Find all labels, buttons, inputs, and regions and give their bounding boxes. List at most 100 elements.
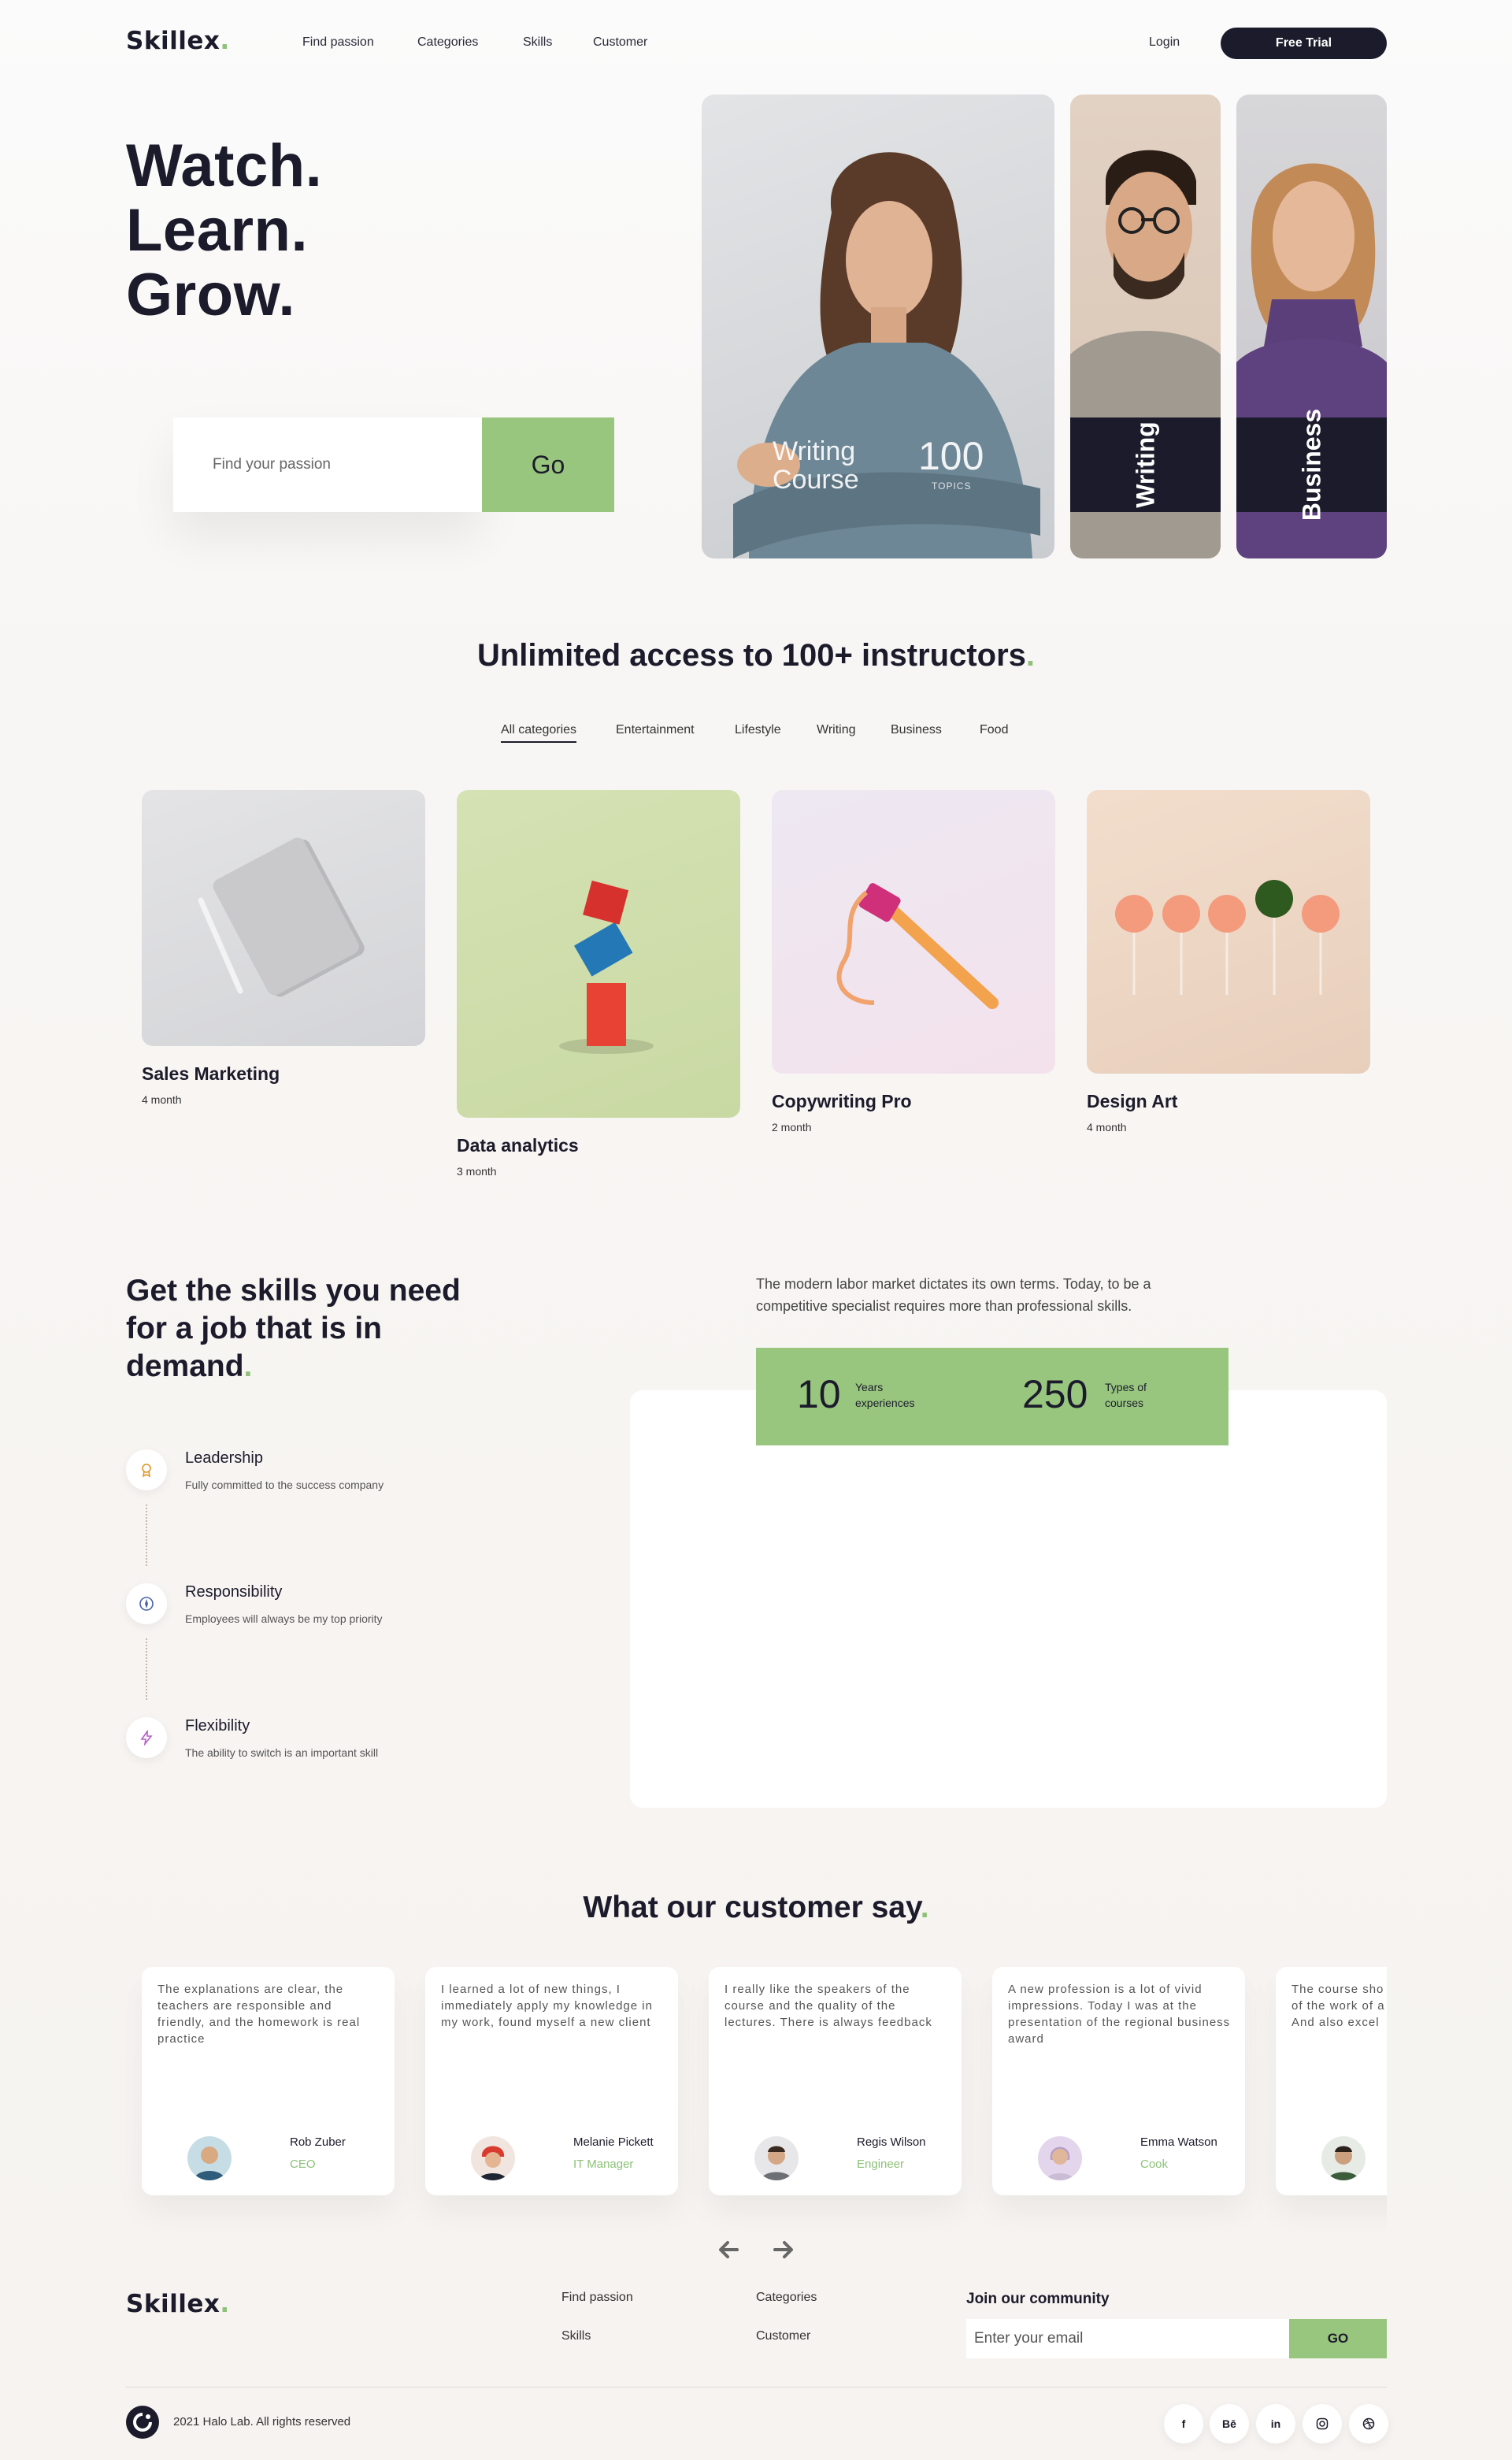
copyright: 2021 Halo Lab. All rights reserved [173, 2415, 351, 2428]
categories-title: Unlimited access to 100+ instructors. [476, 638, 1036, 673]
testimonial-card: I learned a lot of new things, I immedia… [425, 1967, 678, 2195]
blocks-image [559, 880, 654, 1054]
stat-years-label: Years experiences [855, 1381, 915, 1409]
tab-food[interactable]: Food [980, 723, 1008, 737]
course-duration: 4 month [1087, 1121, 1127, 1134]
course-card-image[interactable] [457, 790, 740, 1118]
feature-desc: Employees will always be my top priority [185, 1612, 383, 1625]
linkedin-icon[interactable]: in [1256, 2404, 1295, 2443]
tab-business[interactable]: Business [891, 723, 942, 737]
tab-lifestyle[interactable]: Lifestyle [735, 723, 781, 737]
testimonial-role: CEO [290, 2158, 316, 2171]
footer-link-find-passion[interactable]: Find passion [561, 2291, 633, 2305]
stat-years-value: 10 [797, 1372, 841, 1416]
testimonial-card: The course sho of the work of a And also… [1276, 1967, 1387, 2195]
testimonial-text: I learned a lot of new things, I immedia… [441, 1983, 653, 2029]
tab-all-categories[interactable]: All categories [501, 723, 577, 743]
bolt-icon [126, 1717, 167, 1758]
business-category-card[interactable]: Business [1236, 95, 1387, 558]
free-trial-button[interactable]: Free Trial [1221, 28, 1387, 59]
testimonial-text: I really like the speakers of the course… [724, 1983, 932, 2029]
feature-title: Leadership [185, 1449, 263, 1467]
footer-logo[interactable]: Skillex. [126, 2290, 230, 2318]
testimonial-text: The course sho of the work of a And also… [1292, 1983, 1385, 2029]
nav-find-passion[interactable]: Find passion [302, 35, 374, 50]
writing-category-card[interactable]: Writing [1070, 95, 1221, 558]
avatar [754, 2136, 799, 2180]
hero-title: Watch. Learn. Grow. [126, 132, 323, 328]
footer-link-skills[interactable]: Skills [561, 2329, 591, 2343]
search-go-button[interactable]: Go [482, 417, 614, 512]
search-input[interactable] [213, 456, 449, 473]
course-title[interactable]: Design Art [1087, 1091, 1177, 1112]
skills-title: Get the skills you need for a job that i… [126, 1274, 461, 1383]
community-title: Join our community [966, 2291, 1110, 2307]
testimonial-card: The explanations are clear, the teachers… [142, 1967, 395, 2195]
compass-icon [126, 1583, 167, 1624]
dribbble-icon[interactable] [1349, 2404, 1388, 2443]
lollipops-image [1115, 880, 1340, 995]
writing-course-card[interactable]: Writing Course 100 TOPICS [702, 95, 1054, 558]
footer-link-categories[interactable]: Categories [756, 2291, 817, 2305]
testimonial-role: IT Manager [573, 2158, 634, 2171]
topics-label: TOPICS [932, 480, 972, 492]
halo-lab-logo-icon [126, 2406, 159, 2443]
testimonial-name: Melanie Pickett [573, 2135, 654, 2149]
course-card-image[interactable] [1087, 790, 1370, 1074]
skills-media-panel [630, 1390, 1387, 1808]
feature-title: Flexibility [185, 1717, 250, 1735]
business-label: Business [1297, 408, 1325, 521]
nav-categories[interactable]: Categories [417, 35, 478, 50]
feature-title: Responsibility [185, 1583, 283, 1601]
stats-box: 10 Years experiences 250 Types of courses [756, 1348, 1228, 1445]
writing-label: Writing [1131, 421, 1159, 508]
login-link[interactable]: Login [1149, 35, 1180, 50]
feature-desc: Fully committed to the success company [185, 1479, 384, 1491]
card-title: Writing Course [773, 436, 859, 495]
testimonial-name: Rob Zuber [290, 2135, 346, 2149]
course-title[interactable]: Sales Marketing [142, 1063, 280, 1085]
footer-link-customer[interactable]: Customer [756, 2329, 810, 2343]
testimonial-name: Regis Wilson [857, 2135, 926, 2149]
testimonial-card: I really like the speakers of the course… [709, 1967, 962, 2195]
stat-courses-label: Types of courses [1105, 1381, 1147, 1409]
course-duration: 3 month [457, 1165, 497, 1178]
testimonial-role: Engineer [857, 2158, 905, 2171]
testimonial-text: The explanations are clear, the teachers… [158, 1983, 361, 2046]
search-box [173, 417, 482, 512]
nav-skills[interactable]: Skills [523, 35, 552, 50]
stat-courses-value: 250 [1022, 1372, 1088, 1416]
email-input[interactable] [974, 2330, 1273, 2347]
testimonial-name: Emma Watson [1140, 2135, 1217, 2149]
tab-writing[interactable]: Writing [817, 723, 856, 737]
logo[interactable]: Skillex. [126, 27, 230, 55]
avatar [187, 2136, 232, 2180]
testimonials-track[interactable]: The explanations are clear, the teachers… [0, 1938, 1387, 2237]
feature-desc: The ability to switch is an important sk… [185, 1746, 379, 1759]
feature-connector [146, 1638, 147, 1700]
skills-description: The modern labor market dictates its own… [756, 1276, 1151, 1314]
course-title[interactable]: Data analytics [457, 1135, 579, 1156]
nav-customer[interactable]: Customer [593, 35, 647, 50]
woman-photo [733, 152, 1040, 558]
subscribe-button[interactable]: GO [1289, 2319, 1387, 2358]
prev-arrow-icon[interactable] [717, 2239, 740, 2264]
behance-icon[interactable]: Bē [1210, 2404, 1249, 2443]
feature-connector [146, 1505, 147, 1566]
testimonial-text: A new profession is a lot of vivid impre… [1008, 1983, 1231, 2046]
notebook-image [198, 837, 365, 997]
course-duration: 2 month [772, 1121, 812, 1134]
instagram-icon[interactable] [1303, 2404, 1342, 2443]
tab-entertainment[interactable]: Entertainment [616, 723, 695, 737]
award-icon [126, 1449, 167, 1490]
facebook-icon[interactable]: f [1164, 2404, 1203, 2443]
next-arrow-icon[interactable] [772, 2239, 795, 2264]
testimonial-card: A new profession is a lot of vivid impre… [992, 1967, 1245, 2195]
pencil-image [836, 883, 999, 1009]
course-card-image[interactable] [142, 790, 425, 1046]
course-card-image[interactable] [772, 790, 1055, 1074]
email-box [966, 2319, 1289, 2358]
course-title[interactable]: Copywriting Pro [772, 1091, 912, 1112]
course-duration: 4 month [142, 1093, 182, 1106]
topics-count: 100 [918, 434, 984, 478]
